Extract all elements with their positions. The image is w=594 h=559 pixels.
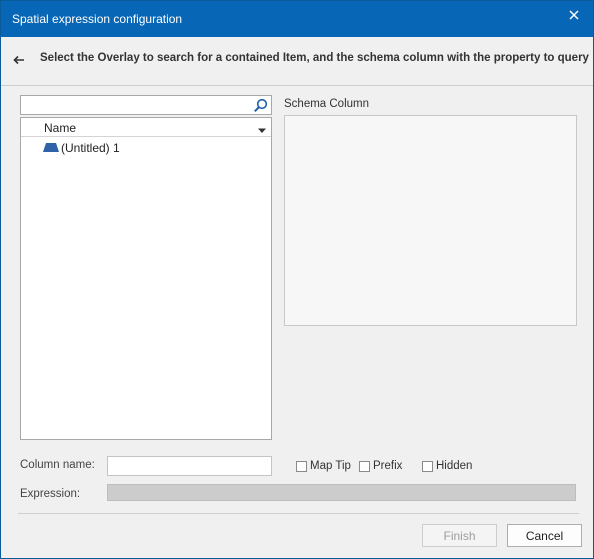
hidden-checkbox[interactable]: Hidden bbox=[422, 459, 472, 473]
prefix-checkbox[interactable]: Prefix bbox=[359, 459, 402, 473]
tree-item-untitled-1[interactable]: (Untitled) 1 bbox=[21, 139, 271, 157]
expression-field bbox=[107, 484, 576, 501]
column-name-label: Column name: bbox=[20, 459, 95, 471]
finish-button[interactable]: Finish bbox=[422, 524, 497, 547]
window-title: Spatial expression configuration bbox=[12, 12, 183, 26]
column-name-input[interactable] bbox=[107, 456, 272, 476]
prefix-checkbox-box[interactable] bbox=[359, 460, 370, 472]
map-tip-checkbox-box[interactable] bbox=[296, 460, 307, 472]
name-column-header[interactable]: Name bbox=[21, 118, 271, 137]
map-tip-label: Map Tip bbox=[310, 460, 351, 472]
title-bar: Spatial expression configuration bbox=[1, 1, 593, 37]
hidden-label: Hidden bbox=[436, 460, 473, 472]
dialog-window: Spatial expression configuration Select … bbox=[0, 0, 594, 559]
tree-item-label: (Untitled) 1 bbox=[61, 141, 120, 155]
schema-column-list[interactable] bbox=[284, 115, 577, 326]
chevron-down-icon[interactable] bbox=[257, 124, 267, 133]
hidden-checkbox-box[interactable] bbox=[422, 460, 433, 472]
overlay-icon bbox=[42, 142, 60, 154]
expression-label: Expression: bbox=[20, 488, 81, 500]
name-column-label: Name bbox=[44, 121, 77, 135]
schema-column-label: Schema Column bbox=[284, 98, 370, 110]
divider bbox=[18, 513, 579, 514]
page-header: Select the Overlay to search for a conta… bbox=[1, 37, 593, 86]
search-icon[interactable] bbox=[252, 97, 269, 114]
back-arrow-icon[interactable] bbox=[11, 52, 27, 68]
instruction-text: Select the Overlay to search for a conta… bbox=[40, 52, 589, 64]
overlay-tree: Name (Untitled) 1 bbox=[20, 117, 272, 440]
prefix-label: Prefix bbox=[373, 460, 403, 472]
search-input[interactable] bbox=[23, 97, 248, 113]
close-icon[interactable] bbox=[565, 6, 583, 24]
search-box bbox=[20, 95, 272, 115]
map-tip-checkbox[interactable]: Map Tip bbox=[296, 459, 351, 473]
cancel-button[interactable]: Cancel bbox=[507, 524, 582, 547]
